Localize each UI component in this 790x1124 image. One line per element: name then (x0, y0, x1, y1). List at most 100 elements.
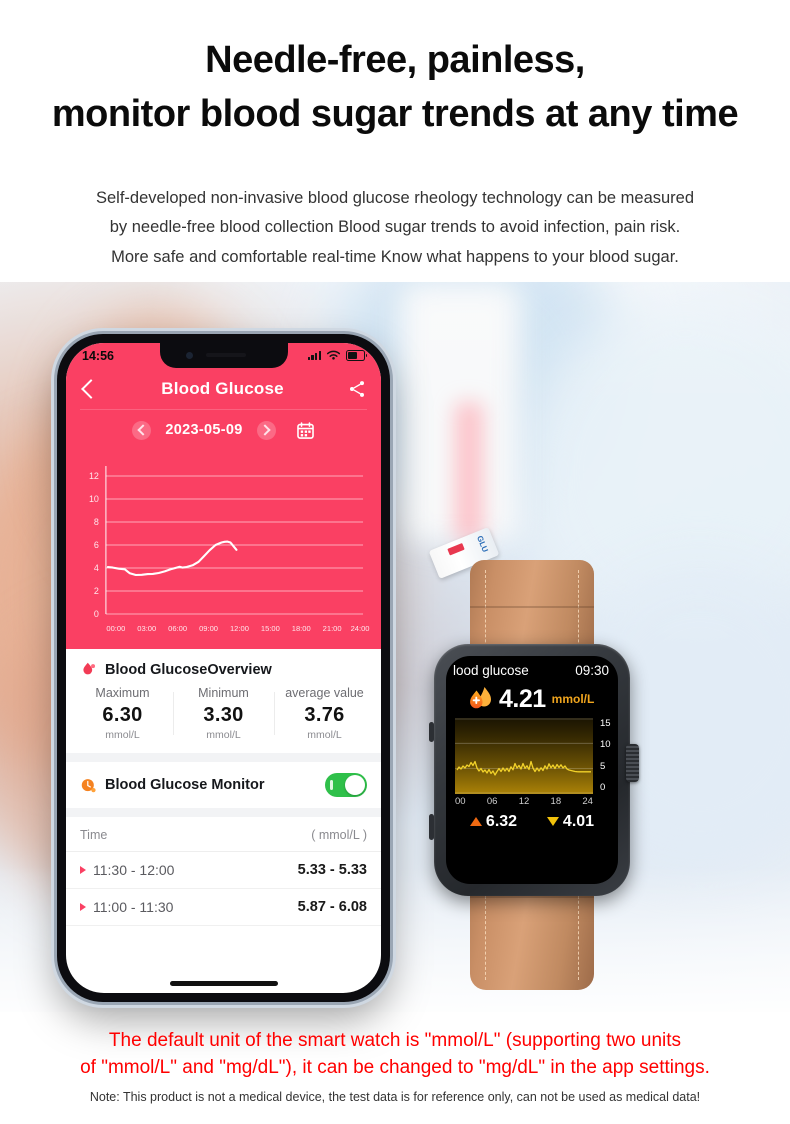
headline-line-2: monitor blood sugar trends at any time (51, 92, 739, 135)
unit-note-line-1: The default unit of the smart watch is "… (108, 1030, 682, 1051)
y-tick: 10 (600, 739, 611, 751)
x-tick: 18 (550, 795, 562, 807)
photo-blur-device (400, 282, 520, 542)
clock-orange-icon (81, 778, 96, 792)
unit-note-line-2: of "mmol/L" and "mg/dL"), it can be chan… (80, 1056, 710, 1078)
watch-title: lood glucose (453, 663, 529, 678)
stat-label: average value (285, 686, 364, 700)
prev-day-button[interactable] (132, 420, 152, 440)
monitor-toggle[interactable] (325, 773, 367, 797)
strap-seam (470, 896, 594, 898)
next-day-button[interactable] (256, 420, 276, 440)
front-camera (185, 352, 193, 359)
row-time: 11:30 - 12:00 (93, 862, 175, 878)
table-row[interactable]: 11:30 - 12:00 5.33 - 5.33 (66, 852, 381, 889)
glucose-chart-panel: 12 10 8 6 4 2 0 00:00 03:00 06:00 09:00 (66, 450, 381, 649)
svg-text:03:00: 03:00 (137, 624, 156, 633)
wifi-icon (326, 350, 341, 360)
stat-average: average value 3.76 mmol/L (274, 686, 375, 741)
monitor-label-group: Blood Glucose Monitor (80, 777, 265, 794)
watch-glucose-value: 4.21 (499, 684, 546, 713)
watch-current-reading: 4.21 mmol/L (455, 685, 609, 714)
svg-text:06:00: 06:00 (168, 624, 187, 633)
page-subcopy: Self-developed non-invasive blood glucos… (45, 184, 745, 272)
svg-text:4: 4 (94, 563, 99, 573)
phone-mockup: 14:56 Blood Glucose 2023-05-09 12 10 8 6… (57, 334, 390, 1002)
test-strip-band (447, 542, 465, 556)
watch-case: lood glucose 09:30 4.21 mmol/L 00 06 12 … (429, 644, 639, 896)
stat-value: 3.76 (304, 704, 345, 726)
subcopy-line-1: Self-developed non-invasive blood glucos… (95, 189, 695, 207)
earpiece-speaker (205, 353, 246, 357)
phone-notch (159, 343, 288, 368)
svg-text:21:00: 21:00 (323, 624, 342, 633)
row-time-group: 11:00 - 11:30 (80, 899, 173, 915)
battery-icon (346, 350, 368, 361)
overview-stats: Maximum 6.30 mmol/L Minimum 3.30 mmol/L … (66, 684, 381, 753)
selected-date: 2023-05-09 (165, 422, 243, 438)
watch-crown[interactable] (626, 744, 639, 782)
row-range: 5.87 - 6.08 (297, 899, 367, 915)
svg-text:00:00: 00:00 (106, 624, 125, 633)
watch-glucose-chart (455, 717, 593, 794)
stat-unit: mmol/L (206, 729, 241, 741)
subcopy-line-3: More safe and comfortable real-time Know… (111, 247, 679, 266)
calendar-icon[interactable] (296, 421, 315, 440)
row-time: 11:00 - 11:30 (93, 899, 174, 915)
stat-value: 3.30 (203, 704, 244, 726)
stat-maximum: Maximum 6.30 mmol/L (72, 686, 173, 741)
watch-top-bar: lood glucose 09:30 (453, 663, 609, 678)
section-divider (66, 753, 381, 762)
watch-chart-y-axis: 15 10 5 0 (595, 718, 611, 794)
stat-unit: mmol/L (105, 729, 140, 741)
x-tick: 24 (582, 795, 593, 807)
smartwatch-mockup: GLU lood glucose 09:30 4.21 mmol/L 00 06… (412, 527, 652, 990)
overview-card: Blood GlucoseOverview Maximum 6.30 mmol/… (66, 649, 381, 753)
strap-seam (470, 606, 594, 608)
photo-blur-test-strip (455, 402, 483, 542)
home-indicator[interactable] (169, 981, 278, 986)
watch-range-summary: 6.32 4.01 (455, 813, 609, 831)
x-tick: 12 (518, 795, 530, 807)
app-header: Blood Glucose 2023-05-09 (66, 368, 381, 450)
watch-glucose-unit: mmol/L (551, 692, 595, 706)
share-icon[interactable] (347, 379, 367, 399)
watch-side-button-2[interactable] (429, 814, 434, 840)
overview-card-title: Blood GlucoseOverview (66, 649, 381, 684)
status-indicators (307, 350, 368, 361)
column-header-unit: ( mmol/L ) (311, 828, 367, 842)
watch-high-value-group: 6.32 (469, 813, 517, 831)
svg-text:24:00: 24:00 (351, 624, 370, 633)
play-triangle-icon (80, 866, 86, 874)
section-divider-2 (66, 808, 381, 817)
y-tick: 5 (600, 760, 606, 772)
stat-label: Maximum (95, 686, 150, 700)
stat-value: 6.30 (102, 704, 143, 726)
disclaimer-note: Note: This product is not a medical devi… (89, 1090, 701, 1104)
unit-note: The default unit of the smart watch is "… (20, 1028, 770, 1082)
row-range: 5.33 - 5.33 (297, 862, 367, 878)
watch-chart-area: 00 06 12 18 24 15 10 5 0 (455, 717, 611, 807)
watch-side-button[interactable] (429, 722, 434, 742)
phone-screen: 14:56 Blood Glucose 2023-05-09 12 10 8 6… (66, 343, 381, 993)
headline-line-1: Needle-free, painless, (205, 39, 585, 81)
test-strip-label: GLU (475, 534, 490, 554)
svg-text:12:00: 12:00 (230, 624, 249, 633)
svg-text:6: 6 (94, 540, 99, 550)
back-button-icon[interactable] (81, 378, 101, 399)
monitor-label: Blood Glucose Monitor (105, 777, 265, 793)
svg-text:10: 10 (89, 494, 99, 504)
stat-label: Minimum (198, 686, 249, 700)
monitor-row[interactable]: Blood Glucose Monitor (66, 762, 381, 808)
watch-low-value-group: 4.01 (546, 812, 595, 831)
status-time: 14:56 (82, 348, 114, 363)
play-triangle-icon (80, 903, 86, 911)
svg-text:18:00: 18:00 (292, 624, 311, 633)
table-row[interactable]: 11:00 - 11:30 5.87 - 6.08 (66, 889, 381, 926)
y-tick: 0 (600, 782, 606, 794)
watch-low-value: 4.01 (562, 812, 595, 830)
svg-text:2: 2 (94, 586, 99, 596)
watch-time: 09:30 (575, 663, 609, 678)
date-selector: 2023-05-09 (80, 410, 367, 450)
stat-unit: mmol/L (307, 729, 342, 741)
